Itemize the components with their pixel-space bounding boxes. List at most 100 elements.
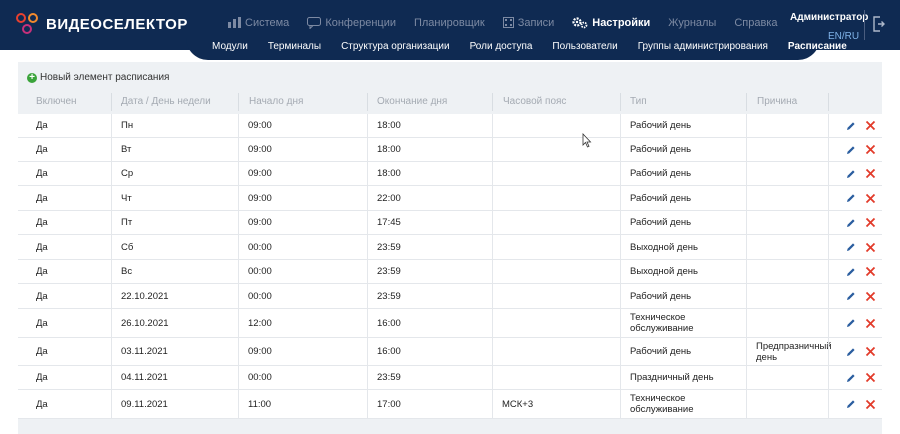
edit-pencil-icon[interactable] [846,218,856,228]
edit-pencil-icon[interactable] [846,121,856,131]
cell-date: Пн [111,114,238,137]
table-row: Да Ср 09:00 18:00 Рабочий день [18,162,882,186]
subnav-terminals[interactable]: Терминалы [268,41,321,52]
edit-pencil-icon[interactable] [846,318,856,328]
cell-actions [828,284,882,308]
delete-x-icon[interactable] [865,291,876,302]
cell-date: Сб [111,235,238,259]
cell-reason [746,138,828,161]
edit-pencil-icon[interactable] [846,193,856,203]
column-header-end: Окончание дня [377,96,448,107]
cell-actions [828,366,882,389]
cell-timezone [492,186,620,210]
bar-chart-icon [228,17,241,28]
cell-timezone [492,284,620,308]
subnav-org-structure[interactable]: Структура организации [341,41,450,52]
delete-x-icon[interactable] [865,168,876,179]
cell-date: 09.11.2021 [111,390,238,418]
column-header-start: Начало дня [249,96,304,107]
cell-type: Рабочий день [620,138,746,161]
column-header-date: Дата / День недели [121,96,211,107]
add-schedule-item-button[interactable]: + Новый элемент расписания [27,72,169,83]
edit-pencil-icon[interactable] [846,169,856,179]
cell-timezone [492,235,620,259]
cell-timezone [492,211,620,234]
cell-reason [746,114,828,137]
subnav-access-roles[interactable]: Роли доступа [470,41,533,52]
edit-pencil-icon[interactable] [846,242,856,252]
delete-x-icon[interactable] [865,266,876,277]
cell-timezone [492,338,620,365]
table-row: Да Сб 00:00 23:59 Выходной день [18,235,882,260]
column-divider [367,93,368,111]
nav-item-conferences[interactable]: Конференции [307,16,396,29]
cell-enabled: Да [36,398,48,410]
nav-item-scheduler[interactable]: Планировщик [414,16,485,29]
table-row: Да 22.10.2021 00:00 23:59 Рабочий день [18,284,882,309]
nav-item-settings[interactable]: Настройки [572,16,650,29]
cell-type: Рабочий день [620,186,746,210]
cell-enabled: Да [36,241,48,253]
edit-pencil-icon[interactable] [846,145,856,155]
cell-type: Техническое обслуживание [620,309,746,337]
column-divider [828,93,829,111]
cell-timezone [492,309,620,337]
cell-actions [828,390,882,418]
nav-item-help[interactable]: Справка [734,16,777,29]
cell-timezone [492,114,620,137]
nav-item-logs[interactable]: Журналы [668,16,716,29]
cell-type: Выходной день [620,235,746,259]
logout-button[interactable] [873,16,885,37]
delete-x-icon[interactable] [865,318,876,329]
cell-timezone [492,260,620,283]
cell-actions [828,162,882,185]
subnav-admin-groups[interactable]: Группы администрирования [638,41,768,52]
delete-x-icon[interactable] [865,399,876,410]
subnav-users[interactable]: Пользователи [552,41,617,52]
cell-start: 09:00 [238,338,367,365]
cell-enabled: Да [36,168,48,179]
cell-start: 09:00 [238,211,367,234]
column-header-timezone: Часовой пояс [503,96,567,107]
column-header-reason: Причина [757,96,798,107]
header-divider [864,10,865,40]
cell-timezone: МСК+3 [492,390,620,418]
table-row: Да Чт 09:00 22:00 Рабочий день [18,186,882,211]
chat-bubble-icon [307,16,322,29]
cell-end: 17:45 [367,211,492,234]
edit-pencil-icon[interactable] [846,291,856,301]
delete-x-icon[interactable] [865,120,876,131]
subnav-schedule[interactable]: Расписание [788,41,847,52]
cell-type: Рабочий день [620,114,746,137]
cell-reason [746,390,828,418]
edit-pencil-icon[interactable] [846,399,856,409]
cell-date: 26.10.2021 [111,309,238,337]
delete-x-icon[interactable] [865,242,876,253]
delete-x-icon[interactable] [865,372,876,383]
edit-pencil-icon[interactable] [846,347,856,357]
cell-type: Рабочий день [620,162,746,185]
delete-x-icon[interactable] [865,217,876,228]
user-name[interactable]: Администратор [790,12,868,23]
table-row: Да Вс 00:00 23:59 Выходной день [18,260,882,284]
cell-enabled: Да [36,372,48,383]
cell-type: Рабочий день [620,284,746,308]
delete-x-icon[interactable] [865,346,876,357]
cell-start: 00:00 [238,235,367,259]
delete-x-icon[interactable] [865,144,876,155]
cell-date: 04.11.2021 [111,366,238,389]
cell-reason: Предпразничный день [746,338,832,365]
nav-item-system[interactable]: Система [228,16,289,29]
logo[interactable]: ВИДЕОСЕЛЕКТОР [14,12,188,36]
cell-end: 23:59 [367,366,492,389]
edit-pencil-icon[interactable] [846,373,856,383]
cell-type: Техническое обслуживание [620,390,746,418]
cell-actions [828,309,882,337]
delete-x-icon[interactable] [865,193,876,204]
cell-enabled: Да [36,266,48,277]
edit-pencil-icon[interactable] [846,267,856,277]
cell-actions [828,338,882,365]
nav-item-recordings[interactable]: Записи [502,16,554,29]
cell-date: Вт [111,138,238,161]
subnav-modules[interactable]: Модули [212,41,248,52]
